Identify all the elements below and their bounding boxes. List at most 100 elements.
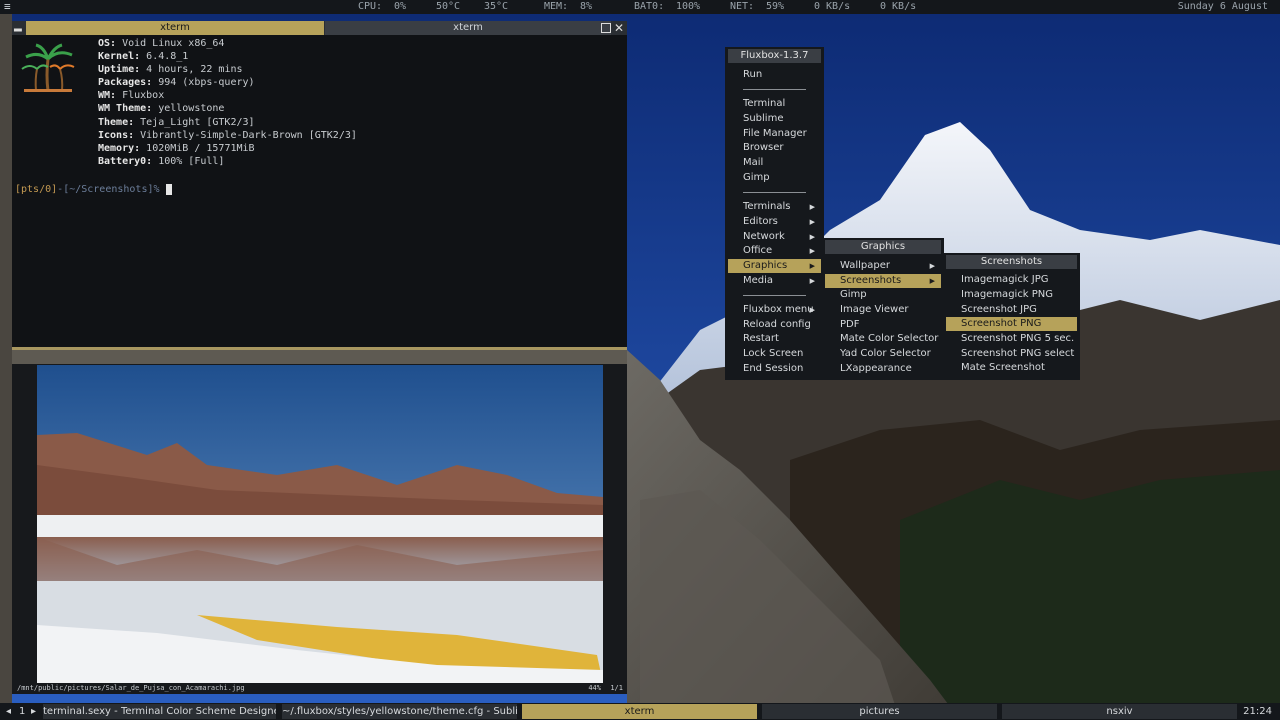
fetch-wm-theme: WM Theme: yellowstone [98, 103, 225, 114]
mem-value: 8% [580, 1, 593, 12]
menu-item-screenshot-png-select[interactable]: Screenshot PNG select [961, 347, 1077, 361]
taskbar-item-xterm[interactable]: xterm [522, 704, 757, 719]
taskbar-item-pictures[interactable]: pictures [762, 704, 997, 719]
menu-item-terminals[interactable]: Terminals ▶ [743, 200, 821, 214]
menu-item-screenshot-png[interactable]: Screenshot PNG [946, 317, 1077, 331]
submenu-title: Graphics [825, 240, 941, 254]
menu-item-terminal[interactable]: Terminal [743, 97, 824, 111]
fetch-kernel: Kernel: 6.4.8_1 [98, 51, 189, 62]
fetch-os: OS: Void Linux x86_64 [98, 38, 225, 49]
palm-tree-logo [21, 43, 75, 92]
menu-item-lxappearance[interactable]: LXappearance [840, 362, 941, 376]
workspace-next-arrow-icon[interactable]: ▸ [31, 703, 36, 720]
menu-item-office[interactable]: Office ▶ [743, 244, 821, 258]
submenu-arrow-icon: ▶ [929, 277, 935, 285]
menu-separator [743, 89, 806, 90]
workspace-prev-arrow-icon[interactable]: ◂ [6, 703, 11, 720]
window-tab-active[interactable]: xterm [26, 21, 324, 35]
submenu-arrow-icon: ▶ [809, 247, 815, 255]
fetch-packages: Packages: 994 (xbps-query) [98, 77, 255, 88]
menu-item-mate-color-selector[interactable]: Mate Color Selector [840, 332, 941, 346]
menu-item-lock-screen[interactable]: Lock Screen [743, 347, 824, 361]
mem-label: MEM: [544, 1, 569, 12]
workspace-number[interactable]: 1 [19, 703, 25, 720]
minimize-icon[interactable]: ▂ [14, 22, 24, 34]
taskbar-clock: 21:24 [1243, 706, 1272, 717]
menu-item-screenshot-jpg[interactable]: Screenshot JPG [961, 303, 1077, 317]
submenu-arrow-icon: ▶ [809, 218, 815, 226]
image-count: 1/1 [610, 684, 623, 692]
taskbar-item-nsxiv[interactable]: nsxiv [1002, 704, 1237, 719]
menu-item-wallpaper[interactable]: Wallpaper ▶ [840, 259, 941, 273]
menu-separator [743, 192, 806, 193]
window-tab-inactive[interactable]: xterm [325, 21, 611, 35]
menu-item-screenshots[interactable]: Screenshots ▶ [825, 274, 941, 288]
net-label: NET: [730, 1, 755, 12]
nsxiv-statusbar: /mnt/public/pictures/Salar_de_Pujsa_con_… [12, 683, 627, 694]
submenu-arrow-icon: ▶ [809, 277, 815, 285]
menu-item-pdf[interactable]: PDF [840, 318, 941, 332]
zoom-level: 44% [588, 684, 601, 692]
fetch-wm: WM: Fluxbox [98, 90, 165, 101]
menu-item-mail[interactable]: Mail [743, 156, 824, 170]
taskbar: ◂ 1 ▸ terminal.sexy - Terminal Color Sch… [0, 703, 1280, 720]
menu-item-screenshot-png-5-sec[interactable]: Screenshot PNG 5 sec. [961, 332, 1077, 346]
menu-item-editors[interactable]: Editors ▶ [743, 215, 821, 229]
menu-item-mate-screenshot[interactable]: Mate Screenshot [961, 361, 1077, 375]
net-upload: 0 KB/s [880, 1, 917, 12]
menu-item-yad-color-selector[interactable]: Yad Color Selector [840, 347, 941, 361]
taskbar-item-terminal-sexy[interactable]: terminal.sexy - Terminal Color Scheme De… [43, 704, 276, 719]
cpu-label: CPU: [358, 1, 383, 12]
menu-item-graphics[interactable]: Graphics ▶ [728, 259, 821, 273]
cpu-temp: 50°C [436, 1, 461, 12]
net-download: 0 KB/s [814, 1, 851, 12]
menu-item-sublime[interactable]: Sublime [743, 112, 824, 126]
image-path: /mnt/public/pictures/Salar_de_Pujsa_con_… [17, 684, 245, 692]
menu-item-gimp[interactable]: Gimp [743, 171, 824, 185]
close-icon[interactable]: ✕ [613, 21, 625, 35]
fetch-icons: Icons: Vibrantly-Simple-Dark-Brown [GTK2… [98, 130, 357, 141]
menu-separator [743, 295, 806, 296]
menu-item-file-manager[interactable]: File Manager [743, 127, 824, 141]
text-cursor [165, 183, 172, 195]
graphics-submenu[interactable]: Graphics Wallpaper ▶ Screenshots ▶ Gimp Im… [822, 238, 944, 380]
menu-item-media[interactable]: Media ▶ [743, 274, 821, 288]
xterm-window[interactable]: ▂ xterm xterm ✕ OS: Void Linux x86_64 Ke… [12, 21, 627, 350]
cpu-value: 0% [394, 1, 407, 12]
menu-item-end-session[interactable]: End Session [743, 362, 824, 376]
menu-item-image-viewer[interactable]: Image Viewer [840, 303, 941, 317]
submenu-title: Screenshots [946, 255, 1077, 269]
fetch-theme: Theme: Teja_Light [GTK2/3] [98, 117, 255, 128]
taskbar-item-sublime[interactable]: ~/.fluxbox/styles/yellowstone/theme.cfg … [282, 704, 517, 719]
terminal-output[interactable]: OS: Void Linux x86_64 Kernel: 6.4.8_1 Up… [12, 35, 627, 347]
menu-item-fluxbox-menu[interactable]: Fluxbox menu ▶ [743, 303, 821, 317]
salar-photo [37, 365, 603, 683]
submenu-arrow-icon: ▶ [809, 203, 815, 211]
fetch-uptime: Uptime: 4 hours, 22 mins [98, 64, 243, 75]
menu-item-imagemagick-jpg[interactable]: Imagemagick JPG [961, 273, 1077, 287]
menu-title: Fluxbox-1.3.7 [728, 49, 821, 63]
nsxiv-window[interactable]: /mnt/public/pictures/Salar_de_Pujsa_con_… [12, 364, 627, 694]
fluxbox-root-menu[interactable]: Fluxbox-1.3.7 Run Terminal Sublime File … [725, 47, 824, 380]
shell-prompt[interactable]: [pts/0]-[~/Screenshots]% [15, 183, 172, 196]
menu-item-browser[interactable]: Browser [743, 141, 824, 155]
date-display: Sunday 6 August [1177, 1, 1268, 12]
window-handle[interactable] [12, 347, 627, 350]
menu-item-run[interactable]: Run [743, 68, 824, 82]
menu-item-reload-config[interactable]: Reload config [743, 318, 824, 332]
menu-item-gimp[interactable]: Gimp [840, 288, 941, 302]
menu-item-restart[interactable]: Restart [743, 332, 824, 346]
fetch-battery: Battery0: 100% [Full] [98, 156, 225, 167]
maximize-icon[interactable] [601, 23, 611, 33]
window-titlebar[interactable]: ▂ xterm xterm ✕ [12, 21, 627, 35]
screenshots-submenu[interactable]: Screenshots Imagemagick JPG Imagemagick … [943, 253, 1080, 380]
fetch-memory: Memory: 1020MiB / 15771MiB [98, 143, 255, 154]
hamburger-icon[interactable]: ≡ [4, 0, 11, 14]
menu-item-network[interactable]: Network ▶ [743, 230, 821, 244]
menu-item-imagemagick-png[interactable]: Imagemagick PNG [961, 288, 1077, 302]
top-status-bar: ≡ CPU: 0% 50°C 35°C MEM: 8% BAT0: 100% N… [0, 0, 1280, 14]
net-value: 59% [766, 1, 785, 12]
submenu-arrow-icon: ▶ [809, 262, 815, 270]
battery-label: BAT0: [634, 1, 665, 12]
submenu-arrow-icon: ▶ [929, 262, 935, 270]
